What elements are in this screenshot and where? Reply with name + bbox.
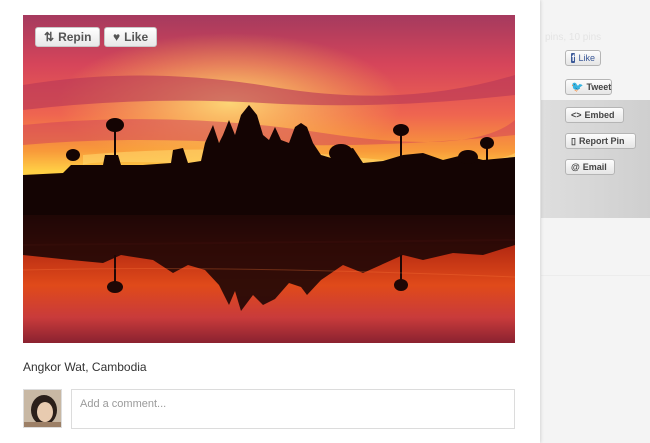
sidebar-divider: [541, 275, 650, 276]
user-avatar: [23, 389, 62, 428]
facebook-like-label: Like: [578, 53, 595, 63]
pin-card: ⇅ Repin ♥ Like Angkor Wat, Cambodia: [0, 0, 540, 443]
avatar-image: [24, 390, 61, 427]
facebook-like-button[interactable]: f Like: [565, 50, 601, 66]
embed-button[interactable]: <> Embed: [565, 107, 624, 123]
repin-label: Repin: [58, 30, 92, 44]
like-button[interactable]: ♥ Like: [104, 27, 158, 47]
at-sign-icon: @: [571, 162, 580, 172]
repin-icon: ⇅: [44, 30, 55, 44]
angkor-wat-sunset-photo: [23, 15, 515, 343]
report-pin-button[interactable]: ▯ Report Pin: [565, 133, 636, 149]
report-pin-label: Report Pin: [578, 136, 625, 146]
heart-icon: ♥: [113, 30, 121, 44]
sidebar-panel: [541, 0, 650, 443]
pin-image[interactable]: [23, 15, 515, 343]
tweet-label: Tweet: [586, 82, 612, 92]
pin-count-text: pins, 10 pins: [545, 32, 602, 43]
flag-icon: ▯: [571, 135, 576, 146]
repin-button[interactable]: ⇅ Repin: [35, 27, 101, 47]
pin-caption: Angkor Wat, Cambodia: [23, 360, 147, 374]
email-button[interactable]: @ Email: [565, 159, 615, 175]
like-label: Like: [124, 30, 149, 44]
tweet-button[interactable]: 🐦 Tweet: [565, 79, 612, 95]
email-label: Email: [582, 162, 607, 172]
comment-input[interactable]: [71, 389, 515, 429]
twitter-bird-icon: 🐦: [571, 81, 584, 93]
facebook-icon: f: [571, 53, 576, 63]
embed-code-icon: <>: [571, 110, 582, 120]
embed-label: Embed: [584, 110, 615, 120]
